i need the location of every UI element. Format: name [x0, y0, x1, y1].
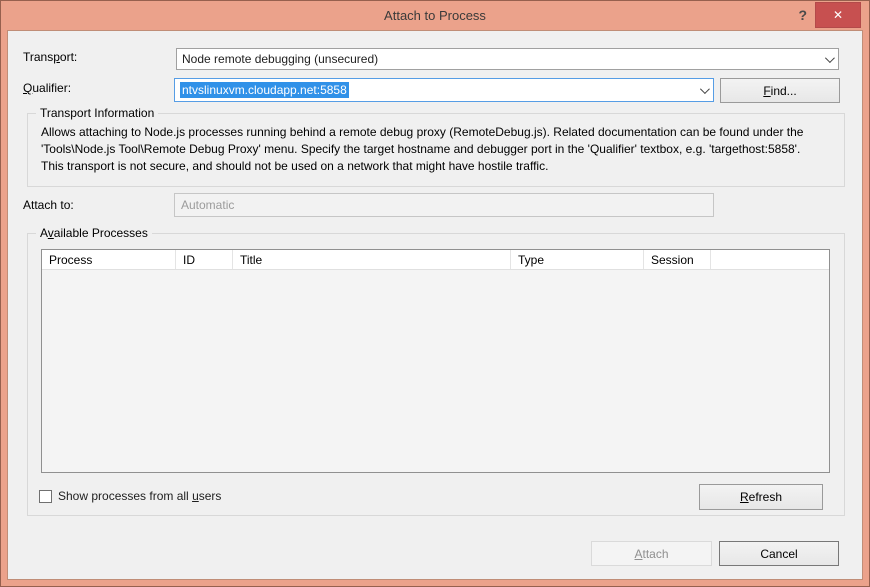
attach-to-field: Automatic	[174, 193, 714, 217]
column-header-blank[interactable]	[711, 250, 829, 269]
process-list-header: Process ID Title Type Session	[42, 250, 829, 270]
help-button[interactable]: ?	[798, 7, 807, 23]
attach-to-label: Attach to:	[23, 198, 74, 212]
column-header-title[interactable]: Title	[233, 250, 511, 269]
qualifier-dropdown-button[interactable]	[694, 80, 712, 100]
close-icon: ✕	[832, 8, 844, 22]
transport-information-text: Allows attaching to Node.js processes ru…	[41, 125, 804, 173]
column-header-process[interactable]: Process	[42, 250, 176, 269]
column-header-type[interactable]: Type	[511, 250, 644, 269]
available-processes-title: Available Processes	[36, 226, 152, 240]
column-header-id[interactable]: ID	[176, 250, 233, 269]
transport-information-title: Transport Information	[36, 106, 159, 120]
transport-dropdown-button[interactable]	[819, 50, 837, 68]
attach-to-process-dialog: Attach to Process ? ✕ Transport: Node re…	[0, 0, 870, 587]
process-list[interactable]: Process ID Title Type Session	[41, 249, 830, 473]
attach-button[interactable]: Attach	[591, 541, 712, 566]
dialog-body: Transport: Node remote debugging (unsecu…	[8, 31, 862, 579]
transport-information-group: Transport Information Allows attaching t…	[27, 106, 845, 187]
transport-label: Transport:	[23, 50, 78, 64]
close-button[interactable]: ✕	[815, 2, 861, 28]
qualifier-value[interactable]: ntvslinuxvm.cloudapp.net:5858	[180, 82, 349, 98]
qualifier-label: Qualifier:	[23, 81, 72, 95]
find-button[interactable]: Find...	[720, 78, 840, 103]
process-list-body[interactable]	[42, 270, 829, 472]
attach-to-value: Automatic	[181, 198, 235, 212]
transport-value: Node remote debugging (unsecured)	[182, 52, 379, 66]
show-all-users-option[interactable]: Show processes from all users	[39, 489, 221, 503]
column-header-session[interactable]: Session	[644, 250, 711, 269]
show-all-users-checkbox[interactable]	[39, 489, 52, 503]
chevron-down-icon	[824, 52, 835, 63]
transport-combobox[interactable]: Node remote debugging (unsecured)	[176, 48, 839, 70]
dialog-title: Attach to Process	[384, 8, 486, 23]
help-icon: ?	[798, 7, 807, 23]
show-all-users-label: Show processes from all users	[58, 489, 222, 503]
title-bar[interactable]: Attach to Process ? ✕	[1, 1, 869, 31]
refresh-button[interactable]: Refresh	[699, 484, 823, 510]
cancel-button[interactable]: Cancel	[719, 541, 839, 566]
qualifier-combobox[interactable]: ntvslinuxvm.cloudapp.net:5858	[174, 78, 714, 102]
chevron-down-icon	[699, 83, 710, 94]
